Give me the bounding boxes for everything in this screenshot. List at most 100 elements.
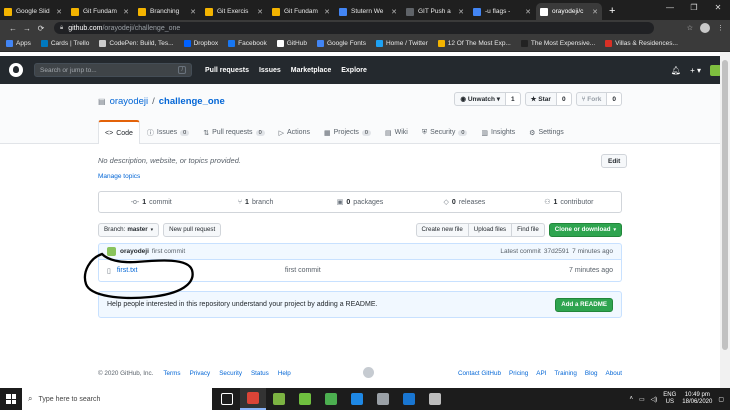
back-icon[interactable]: ←: [6, 24, 20, 33]
footer-link-security[interactable]: Security: [219, 370, 242, 377]
profile-avatar[interactable]: [700, 23, 710, 33]
summary-packages[interactable]: ▣ 0 packages: [308, 192, 412, 212]
close-tab-icon[interactable]: ✕: [190, 8, 196, 16]
bell-icon[interactable]: 🔔︎: [671, 66, 681, 75]
taskbar-search-input[interactable]: ⌕ Type here to search: [22, 388, 212, 410]
reload-icon[interactable]: ⟳: [34, 24, 48, 33]
bookmark-item[interactable]: The Most Expensive...: [520, 40, 595, 47]
star-button[interactable]: ★ Star: [524, 92, 557, 106]
footer-link-status[interactable]: Status: [251, 370, 269, 377]
close-tab-icon[interactable]: ✕: [525, 8, 531, 16]
taskbar-app-git-bash[interactable]: [318, 388, 344, 410]
footer-link-training[interactable]: Training: [554, 370, 577, 377]
plus-icon[interactable]: + ▾: [690, 66, 701, 75]
chevron-up-icon[interactable]: ˄: [629, 396, 633, 402]
fork-count[interactable]: 0: [607, 92, 622, 106]
search-input[interactable]: Search or jump to... /: [34, 63, 192, 77]
page-scrollbar[interactable]: [720, 52, 730, 388]
browser-tab[interactable]: orayodeji/c ✕: [536, 3, 602, 20]
tab-settings[interactable]: ⚙ Settings: [522, 120, 571, 144]
tab-actions[interactable]: ▷ Actions: [272, 120, 317, 144]
create-file-button[interactable]: Create new file: [415, 222, 469, 237]
bookmark-item[interactable]: CodePen: Build, Tes...: [99, 40, 174, 47]
tab-pull-requests[interactable]: ⇅ Pull requests 0: [196, 120, 271, 144]
github-logo-icon[interactable]: [9, 63, 23, 77]
repo-name-link[interactable]: challenge_one: [159, 96, 225, 107]
taskbar-app-app[interactable]: [422, 388, 448, 410]
branch-select[interactable]: Branch: master ▾: [98, 222, 160, 237]
nav-pull-requests[interactable]: Pull requests: [205, 67, 249, 74]
taskbar-app-task-view[interactable]: [214, 388, 240, 410]
summary-branch[interactable]: ⑂ 1 branch: [203, 192, 307, 212]
repo-owner-link[interactable]: orayodeji: [110, 96, 149, 107]
summary-releases[interactable]: ◇ 0 releases: [412, 192, 516, 212]
browser-tab[interactable]: Google Slid ✕: [0, 3, 66, 20]
clone-download-button[interactable]: Clone or download ▾: [548, 222, 622, 237]
bookmark-star-icon[interactable]: ☆: [687, 24, 693, 32]
network-icon[interactable]: ▭: [639, 396, 645, 403]
browser-tab[interactable]: Git Fundam ✕: [268, 3, 334, 20]
volume-icon[interactable]: ◁): [651, 396, 658, 403]
forward-icon[interactable]: →: [20, 24, 34, 33]
menu-icon[interactable]: ⋮: [717, 24, 724, 32]
close-tab-icon[interactable]: ✕: [324, 8, 330, 16]
fork-button[interactable]: ⑂ Fork: [575, 92, 608, 106]
taskbar-app-git[interactable]: [292, 388, 318, 410]
tab-code[interactable]: <> Code: [98, 120, 140, 144]
scrollbar-thumb[interactable]: [722, 60, 728, 350]
star-count[interactable]: 0: [556, 92, 572, 106]
minimize-icon[interactable]: —: [658, 0, 682, 14]
author-avatar[interactable]: [107, 247, 116, 256]
footer-link-blog[interactable]: Blog: [585, 370, 598, 377]
nav-explore[interactable]: Explore: [341, 67, 367, 74]
browser-tab[interactable]: GIT Push a ✕: [402, 3, 468, 20]
footer-link-terms[interactable]: Terms: [163, 370, 180, 377]
browser-tab[interactable]: -u flags - ✕: [469, 3, 535, 20]
maximize-icon[interactable]: ❐: [682, 0, 706, 14]
new-pull-request-button[interactable]: New pull request: [163, 222, 222, 237]
bookmark-item[interactable]: GitHub: [276, 40, 307, 47]
commit-message[interactable]: first commit: [152, 248, 185, 255]
file-commit-message[interactable]: first commit: [285, 267, 321, 274]
close-tab-icon[interactable]: ✕: [391, 8, 397, 16]
close-tab-icon[interactable]: ✕: [257, 8, 263, 16]
bookmark-item[interactable]: Cards | Trello: [40, 40, 89, 47]
taskbar-app-terminal[interactable]: [370, 388, 396, 410]
footer-link-contact-github[interactable]: Contact GitHub: [458, 370, 501, 377]
close-tab-icon[interactable]: ✕: [592, 8, 598, 16]
url-field[interactable]: 🔒︎ github.com/orayodeji/challenge_one: [54, 22, 654, 34]
footer-link-privacy[interactable]: Privacy: [190, 370, 211, 377]
bookmark-item[interactable]: Villas & Residences...: [605, 40, 678, 47]
taskbar-app-notepad[interactable]: [266, 388, 292, 410]
watch-button[interactable]: ◉ Unwatch ▾: [454, 92, 507, 106]
bookmark-item[interactable]: Google Fonts: [316, 40, 366, 47]
footer-link-api[interactable]: API: [536, 370, 546, 377]
browser-tab[interactable]: Git Fundam ✕: [67, 3, 133, 20]
close-tab-icon[interactable]: ✕: [56, 8, 62, 16]
commit-author[interactable]: orayodeji: [120, 248, 149, 255]
new-tab-icon[interactable]: +: [609, 5, 615, 17]
taskbar-app-vscode[interactable]: [344, 388, 370, 410]
language-indicator[interactable]: ENG US: [663, 392, 676, 407]
footer-link-help[interactable]: Help: [278, 370, 291, 377]
upload-files-button[interactable]: Upload files: [467, 222, 513, 237]
nav-marketplace[interactable]: Marketplace: [291, 67, 331, 74]
clock[interactable]: 10:49 pm 18/06/2020: [682, 392, 712, 407]
bookmark-item[interactable]: Home / Twitter: [375, 40, 428, 47]
summary-contributor[interactable]: ⚇ 1 contributor: [517, 192, 621, 212]
file-name-link[interactable]: first.txt: [117, 267, 285, 274]
footer-link-about[interactable]: About: [606, 370, 622, 377]
bookmark-item[interactable]: 12 Of The Most Exp...: [437, 40, 511, 47]
bookmark-item[interactable]: Apps: [6, 40, 31, 47]
close-window-icon[interactable]: ✕: [706, 0, 730, 14]
manage-topics-link[interactable]: Manage topics: [98, 173, 140, 180]
taskbar-app-edge[interactable]: [396, 388, 422, 410]
browser-tab[interactable]: Stutern We ✕: [335, 3, 401, 20]
find-file-button[interactable]: Find file: [511, 222, 545, 237]
nav-issues[interactable]: Issues: [259, 67, 281, 74]
bookmark-item[interactable]: Facebook: [228, 40, 267, 47]
tab-wiki[interactable]: ▤ Wiki: [378, 120, 415, 144]
tab-insights[interactable]: ▥ Insights: [474, 120, 522, 144]
start-button[interactable]: [0, 388, 22, 410]
add-readme-button[interactable]: Add a README: [555, 297, 613, 312]
